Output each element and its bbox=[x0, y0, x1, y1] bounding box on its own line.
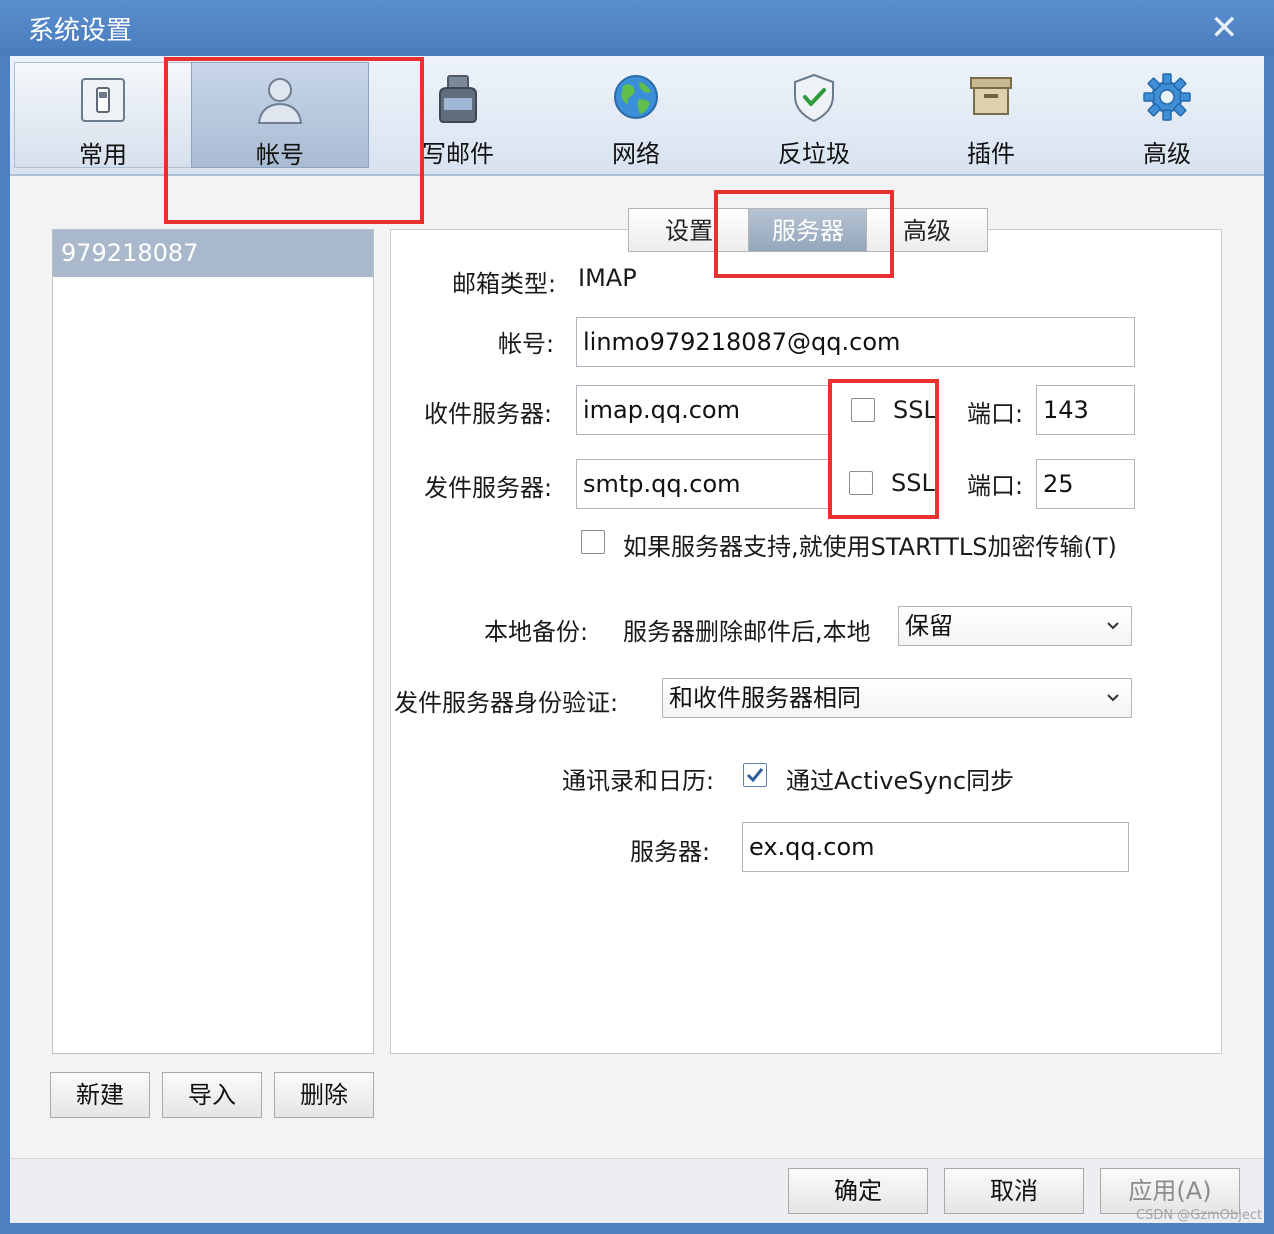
tab-advanced[interactable]: 高级 bbox=[866, 208, 988, 252]
chevron-down-icon bbox=[1107, 622, 1119, 630]
ink-bottle-icon bbox=[369, 72, 547, 123]
delete-account-button[interactable]: 删除 bbox=[274, 1072, 374, 1118]
window-title: 系统设置 bbox=[28, 16, 133, 46]
outgoing-ssl-checkbox[interactable] bbox=[849, 471, 873, 495]
toolbar-label: 反垃圾 bbox=[778, 140, 850, 168]
toolbar-label: 常用 bbox=[79, 141, 127, 169]
toolbar-label: 写邮件 bbox=[422, 140, 494, 168]
toolbar-item-account[interactable]: 帐号 bbox=[191, 62, 369, 169]
chevron-down-icon bbox=[1107, 694, 1119, 702]
toolbar-label: 网络 bbox=[612, 140, 660, 168]
local-backup-select[interactable]: 保留 bbox=[898, 606, 1132, 646]
gear-icon bbox=[1078, 72, 1256, 122]
tab-server[interactable]: 服务器 bbox=[748, 208, 868, 252]
ok-button[interactable]: 确定 bbox=[788, 1168, 928, 1214]
toolbar-label: 高级 bbox=[1143, 140, 1191, 168]
toolbar-label: 插件 bbox=[967, 140, 1015, 168]
local-backup-label: 本地备份: bbox=[484, 618, 589, 646]
account-list[interactable] bbox=[52, 229, 374, 1054]
checkmark-icon bbox=[746, 768, 764, 783]
incoming-server-field[interactable]: imap.qq.com bbox=[576, 385, 832, 435]
toolbar-item-network[interactable]: 网络 bbox=[547, 62, 725, 168]
outgoing-server-field[interactable]: smtp.qq.com bbox=[576, 459, 832, 509]
local-backup-description: 服务器删除邮件后,本地 bbox=[623, 618, 871, 646]
local-backup-selected-value: 保留 bbox=[905, 612, 953, 640]
activesync-checkbox[interactable] bbox=[743, 763, 767, 787]
incoming-port-field[interactable]: 143 bbox=[1036, 385, 1135, 435]
toolbar-item-advanced[interactable]: 高级 bbox=[1078, 62, 1256, 168]
activesync-label: 通过ActiveSync同步 bbox=[786, 767, 1015, 795]
incoming-ssl-label: SSL bbox=[893, 396, 937, 424]
box-icon bbox=[902, 72, 1080, 122]
toolbar-item-antispam[interactable]: 反垃圾 bbox=[725, 62, 903, 168]
incoming-port-label: 端口: bbox=[967, 400, 1024, 428]
mailbox-type-value: IMAP bbox=[578, 264, 637, 292]
incoming-ssl-checkbox[interactable] bbox=[851, 398, 875, 422]
toolbar-item-plugins[interactable]: 插件 bbox=[902, 62, 1080, 168]
account-field[interactable]: linmo979218087@qq.com bbox=[576, 317, 1135, 367]
toolbar-item-compose[interactable]: 写邮件 bbox=[369, 62, 547, 168]
watermark-text: CSDN @GzmObject bbox=[1136, 1208, 1263, 1223]
mailbox-type-label: 邮箱类型: bbox=[452, 270, 557, 298]
outgoing-server-label: 发件服务器: bbox=[424, 474, 553, 502]
sync-server-field[interactable]: ex.qq.com bbox=[742, 822, 1129, 872]
cancel-button[interactable]: 取消 bbox=[944, 1168, 1084, 1214]
account-list-item[interactable]: 979218087 bbox=[53, 230, 373, 277]
close-icon[interactable]: ✕ bbox=[1210, 8, 1239, 48]
incoming-server-label: 收件服务器: bbox=[424, 400, 553, 428]
outgoing-ssl-label: SSL bbox=[891, 469, 935, 497]
contacts-calendar-label: 通讯录和日历: bbox=[562, 767, 715, 795]
outgoing-port-label: 端口: bbox=[967, 472, 1024, 500]
smtp-auth-selected-value: 和收件服务器相同 bbox=[669, 684, 861, 712]
import-account-button[interactable]: 导入 bbox=[162, 1072, 262, 1118]
shield-icon bbox=[725, 72, 903, 123]
new-account-button[interactable]: 新建 bbox=[50, 1072, 150, 1118]
smtp-auth-label: 发件服务器身份验证: bbox=[394, 689, 619, 717]
switch-icon bbox=[15, 73, 191, 123]
tab-settings[interactable]: 设置 bbox=[628, 208, 750, 252]
title-bar bbox=[0, 0, 1274, 56]
smtp-auth-select[interactable]: 和收件服务器相同 bbox=[662, 678, 1132, 718]
toolbar-item-general[interactable]: 常用 bbox=[14, 62, 192, 169]
account-label: 帐号: bbox=[498, 330, 555, 358]
starttls-label: 如果服务器支持,就使用STARTTLS加密传输(T) bbox=[623, 533, 1117, 561]
starttls-checkbox[interactable] bbox=[581, 530, 605, 554]
globe-icon bbox=[547, 72, 725, 122]
sync-server-label: 服务器: bbox=[630, 838, 711, 866]
toolbar-label: 帐号 bbox=[256, 141, 304, 169]
user-icon bbox=[192, 73, 368, 124]
outgoing-port-field[interactable]: 25 bbox=[1036, 459, 1135, 509]
